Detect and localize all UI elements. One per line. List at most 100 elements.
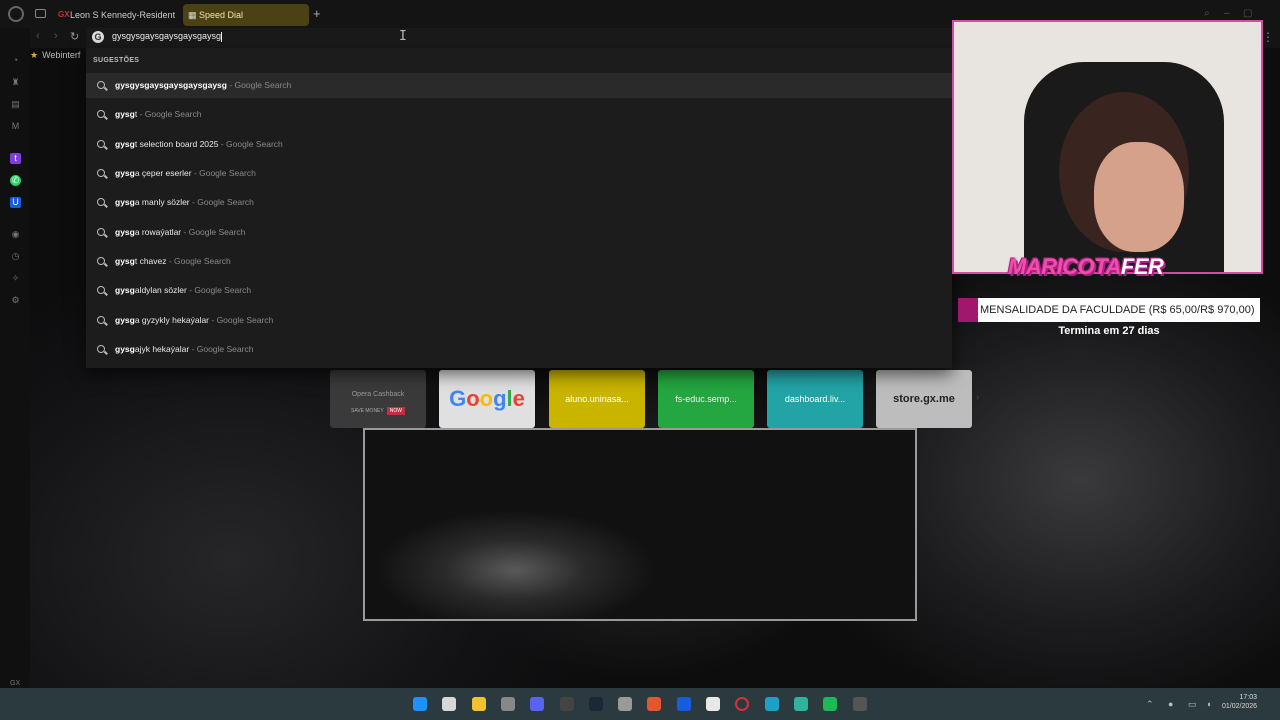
spotify-icon[interactable] — [823, 697, 838, 711]
microphone-icon[interactable]: ● — [1168, 699, 1173, 709]
tab-label: Speed Dial — [199, 10, 244, 20]
browser-menu-icon[interactable]: ⋮ — [1262, 30, 1274, 44]
background-video-frame — [363, 428, 917, 621]
suggestion-item[interactable]: gysgysgaysgaysgaysgaysg - Google Search — [86, 73, 952, 98]
search-icon — [97, 228, 105, 236]
google-logo-letter: g — [493, 386, 507, 411]
suggestions-header: SUGESTÕES — [93, 57, 140, 64]
suggestion-item[interactable]: gysgt selection board 2025 - Google Sear… — [86, 132, 952, 157]
player-circle-icon[interactable]: ◉ — [10, 229, 21, 240]
windows-start-icon[interactable] — [413, 697, 427, 711]
forward-icon[interactable]: › — [54, 30, 58, 42]
text-caret — [221, 31, 223, 42]
settings-icon[interactable]: ⚙ — [10, 295, 21, 306]
search-icon — [97, 140, 105, 148]
network-icon[interactable]: ▭ — [1188, 699, 1197, 710]
save-money-label: SAVE MONEY — [351, 408, 384, 414]
google-logo-letter: o — [479, 386, 494, 411]
channel-logo: MARICOTAFER — [1008, 254, 1164, 279]
discord-icon[interactable] — [530, 697, 545, 711]
suggestion-item[interactable]: gysga gyzykly hekaýalar - Google Search — [86, 308, 952, 333]
opera-gx-menu-icon[interactable] — [8, 6, 24, 22]
chrome-icon[interactable] — [706, 697, 720, 711]
twitch-icon[interactable]: t — [10, 153, 21, 164]
sidebar: ◔ ♜ ▤ M t ✆ U ◉ ◷ ✧ ⚙ GX ⋯ — [0, 28, 30, 708]
clock-date: 01/02/2026 — [1222, 703, 1258, 710]
speed-dial-fs-educ[interactable]: fs-educ.semp... — [658, 370, 754, 428]
suggestion-item[interactable]: gysga rowaýatlar - Google Search — [86, 220, 952, 245]
suggestion-item[interactable]: gysga çeper eserler - Google Search — [86, 161, 952, 186]
history-icon[interactable]: ◷ — [10, 251, 21, 262]
suggestion-item[interactable]: gysgt - Google Search — [86, 102, 952, 127]
speed-dial-dashboard[interactable]: dashboard.liv... — [767, 370, 863, 428]
obs-icon[interactable] — [618, 697, 633, 711]
search-icon — [97, 110, 105, 118]
bookmark-webinterf[interactable]: Webinterf — [42, 50, 80, 60]
edge-icon[interactable] — [764, 697, 779, 711]
minimize-icon[interactable]: – — [1224, 8, 1230, 19]
gx-control-icon[interactable]: ◔ — [10, 55, 21, 66]
goal-progress-fill — [958, 298, 978, 322]
suggestion-item[interactable]: gysga manly sözler - Google Search — [86, 190, 952, 215]
opera-cashback-label: Opera Cashback — [351, 391, 405, 398]
speed-dial-grid-icon: ▦ — [188, 10, 197, 20]
settings-icon[interactable] — [852, 697, 867, 711]
player-icon[interactable]: ▤ — [10, 99, 21, 110]
suggestions-dropdown: SUGESTÕES gysgysgaysgaysgaysgaysg - Goog… — [86, 48, 952, 368]
search-icon — [97, 345, 105, 353]
goal-days-remaining: Termina em 27 dias — [1058, 325, 1160, 337]
steam-icon[interactable] — [588, 697, 603, 711]
search-icon — [97, 169, 105, 177]
taskbar — [0, 688, 1280, 720]
search-icon — [97, 286, 105, 294]
gx-corner-icon[interactable]: ♜ — [10, 77, 21, 88]
google-logo-letter: o — [466, 386, 480, 411]
webcam-overlay — [952, 20, 1263, 274]
speed-dial-next-icon[interactable]: › — [976, 392, 979, 403]
folder-icon[interactable] — [471, 697, 486, 711]
suggestion-item[interactable]: gysgaldylan sözler - Google Search — [86, 278, 952, 303]
taskbar-clock[interactable]: 17:03 01/02/2026 — [1222, 693, 1257, 711]
file-icon[interactable] — [442, 697, 457, 711]
search-tabs-icon[interactable]: ⌕ — [1204, 8, 1210, 19]
whatsapp-icon[interactable]: ✆ — [10, 175, 21, 186]
google-icon: G — [92, 31, 104, 43]
tray-chevron-icon[interactable]: ⌃ — [1146, 699, 1154, 710]
tab-leon-kennedy[interactable]: GX Leon S Kennedy-Resident — [54, 4, 178, 26]
new-tab-button[interactable]: + — [313, 6, 321, 21]
search-icon — [97, 257, 105, 265]
goal-label: MENSALIDADE DA FACULDADE (R$ 65,00/R$ 97… — [980, 304, 1255, 316]
extensions-icon[interactable]: ✧ — [10, 273, 21, 284]
search-icon — [97, 81, 105, 89]
clock-time: 17:03 — [1239, 694, 1258, 701]
back-icon[interactable]: ‹ — [36, 30, 40, 42]
google-logo-letter: G — [449, 386, 467, 411]
webcam-person-face — [1094, 142, 1184, 252]
app-icon[interactable] — [793, 697, 808, 711]
address-text: gysgysgaysgaysgaysgaysg — [112, 31, 222, 41]
speed-dial-store-gx[interactable]: store.gx.me — [876, 370, 972, 428]
bitwarden-icon[interactable] — [676, 697, 691, 711]
maximize-icon[interactable]: ▢ — [1243, 8, 1252, 19]
volume-icon[interactable]: ◖ — [1206, 699, 1211, 709]
bookmarks-bar: ★ Webinterf — [30, 50, 80, 61]
speed-dial-aluno[interactable]: aluno.uninasa... — [549, 370, 645, 428]
app-icon[interactable] — [500, 697, 515, 711]
suggestion-item[interactable]: gysgajyk hekaýalar - Google Search — [86, 337, 952, 362]
speed-dial-google[interactable]: Google — [439, 370, 535, 428]
suggestion-item[interactable]: gysgt chavez - Google Search — [86, 249, 952, 274]
speed-dial-opera-cashback[interactable]: Opera Cashback SAVE MONEY NOW — [330, 370, 426, 428]
tab-speed-dial[interactable]: ▦ Speed Dial — [183, 4, 309, 26]
epic-games-icon[interactable] — [559, 697, 574, 711]
mouse-cursor-icon: I — [399, 29, 407, 44]
google-logo-letter: e — [512, 386, 525, 411]
bitwarden-icon[interactable]: U — [10, 197, 21, 208]
bookmark-star-icon: ★ — [30, 50, 39, 60]
reload-icon[interactable]: ↻ — [70, 30, 79, 43]
now-badge: NOW — [386, 407, 405, 415]
mail-icon[interactable]: M — [10, 121, 21, 132]
goal-bar: MENSALIDADE DA FACULDADE (R$ 65,00/R$ 97… — [958, 298, 1260, 322]
workspaces-icon[interactable] — [35, 9, 46, 18]
address-input[interactable]: gysgysgaysgaysgaysgaysg — [112, 31, 223, 42]
brave-icon[interactable] — [647, 697, 662, 711]
